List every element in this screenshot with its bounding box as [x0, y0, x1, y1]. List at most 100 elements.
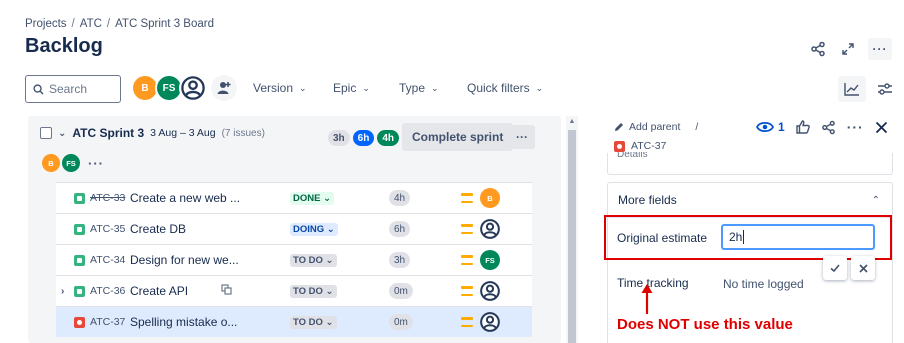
issue-key[interactable]: ATC-36 — [90, 285, 125, 297]
add-people-button[interactable] — [211, 75, 237, 101]
chevron-down-icon: ⌄ — [322, 316, 334, 328]
expand-icon[interactable] — [838, 39, 858, 59]
sprint-header[interactable]: ⌄ ATC Sprint 3 3 Aug – 3 Aug (7 issues) — [40, 126, 265, 140]
more-icon[interactable]: ··· — [847, 119, 864, 135]
issue-row[interactable]: ATC-34 Design for new we... TO DO ⌄ 3h F… — [56, 244, 532, 275]
quick-filters[interactable]: Quick filters ⌄ — [467, 81, 543, 95]
watch-button[interactable]: 1 — [756, 120, 785, 134]
add-parent-button[interactable]: Add parent / — [614, 121, 698, 133]
issue-row-selected[interactable]: ATC-37 Spelling mistake o... TO DO ⌄ 0m — [56, 306, 532, 337]
sprint-checkbox[interactable] — [40, 127, 52, 139]
person-icon — [480, 219, 500, 239]
view-settings-button[interactable] — [871, 76, 899, 102]
status-dropdown[interactable]: TO DO ⌄ — [290, 284, 337, 298]
epic-filter-label: Epic — [333, 81, 357, 95]
breadcrumb: Projects / ATC / ATC Sprint 3 Board — [25, 18, 214, 30]
insights-button[interactable] — [838, 76, 866, 102]
type-filter[interactable]: Type ⌄ — [399, 81, 439, 95]
more-fields-toggle[interactable]: More fields ⌃ — [607, 182, 893, 218]
priority-medium-icon — [461, 317, 473, 327]
close-icon — [858, 263, 868, 273]
issue-summary: Create DB — [130, 222, 187, 236]
issue-row[interactable]: › ATC-36 Create API TO DO ⌄ 0m — [56, 275, 532, 306]
chevron-down-icon: ⌄ — [431, 82, 439, 93]
scrollbar-thumb[interactable] — [568, 130, 576, 343]
assignee-avatar[interactable]: B — [480, 188, 500, 208]
confirm-button[interactable] — [823, 256, 847, 280]
breadcrumb-separator: / — [106, 18, 111, 30]
status-label: TO DO — [293, 316, 323, 328]
sprint-issue-count: (7 issues) — [221, 127, 265, 139]
chevron-down-icon[interactable]: ⌄ — [58, 128, 66, 139]
story-icon — [74, 223, 85, 235]
avatar-fs[interactable]: FS — [62, 154, 80, 172]
complete-sprint-button[interactable]: Complete sprint — [402, 123, 514, 151]
epic-filter[interactable]: Epic ⌄ — [333, 81, 370, 95]
status-dropdown[interactable]: DOING ⌄ — [290, 222, 338, 236]
type-filter-label: Type — [399, 81, 426, 95]
chevron-down-icon: ⌄ — [322, 254, 334, 266]
more-fields-label: More fields — [618, 193, 677, 207]
status-label: TO DO — [293, 254, 323, 266]
search-icon — [33, 83, 44, 95]
chart-icon — [844, 83, 859, 96]
unassigned-avatar[interactable] — [480, 219, 500, 239]
breadcrumb-projects[interactable]: Projects — [25, 18, 67, 30]
estimate-todo: 3h — [328, 130, 350, 146]
unassigned-avatar[interactable] — [480, 312, 500, 332]
issue-row[interactable]: ATC-33 Create a new web ... DONE ⌄ 4h B — [56, 182, 532, 213]
priority-medium-icon — [461, 224, 473, 234]
estimate-badge: 3h — [389, 252, 411, 268]
time-tracking-value[interactable]: No time logged — [723, 277, 804, 291]
status-label: DONE — [293, 192, 321, 204]
person-icon — [181, 76, 205, 100]
close-icon[interactable] — [875, 121, 888, 134]
cancel-button[interactable] — [851, 256, 875, 280]
chevron-up-icon: ⌃ — [871, 194, 880, 206]
check-icon — [830, 264, 840, 273]
annotation-text: Does NOT use this value — [617, 316, 793, 333]
sprint-assignees: B FS ··· — [42, 154, 104, 172]
eye-icon — [756, 121, 774, 133]
search-input[interactable]: Search — [25, 75, 121, 103]
details-section-partial — [607, 153, 893, 175]
watch-count: 1 — [778, 120, 785, 134]
share-icon[interactable] — [821, 120, 836, 135]
chevron-down-icon: ⌄ — [535, 82, 544, 93]
status-dropdown[interactable]: TO DO ⌄ — [290, 315, 337, 329]
detail-issue-key[interactable]: ATC-37 — [614, 140, 666, 152]
unassigned-avatar[interactable] — [480, 281, 500, 301]
chevron-right-icon[interactable]: › — [61, 286, 64, 297]
share-icon[interactable] — [808, 39, 828, 59]
version-filter[interactable]: Version ⌄ — [253, 81, 307, 95]
issue-key[interactable]: ATC-33 — [90, 192, 125, 204]
page-more-button[interactable]: ··· — [868, 38, 892, 60]
issue-key[interactable]: ATC-35 — [90, 223, 125, 235]
sprint-dates: 3 Aug – 3 Aug — [150, 127, 216, 139]
more-assignees-button[interactable]: ··· — [88, 156, 104, 171]
assignee-avatar[interactable]: FS — [480, 250, 500, 270]
status-dropdown[interactable]: DONE ⌄ — [290, 191, 335, 205]
chevron-down-icon: ⌄ — [362, 82, 370, 93]
sprint-more-button[interactable]: ··· — [509, 125, 535, 149]
issue-key[interactable]: ATC-34 — [90, 254, 125, 266]
chevron-down-icon: ⌄ — [320, 192, 332, 204]
status-label: DOING — [293, 223, 325, 235]
story-icon — [74, 254, 85, 266]
pencil-icon — [615, 123, 623, 131]
avatar-b[interactable]: B — [42, 154, 60, 172]
estimate-in-progress: 6h — [352, 130, 375, 146]
breadcrumb-atc[interactable]: ATC — [80, 18, 102, 30]
issue-row[interactable]: ATC-35 Create DB DOING ⌄ 6h — [56, 213, 532, 244]
breadcrumb-board[interactable]: ATC Sprint 3 Board — [115, 18, 214, 30]
status-dropdown[interactable]: TO DO ⌄ — [290, 253, 337, 267]
issue-key[interactable]: ATC-37 — [90, 316, 125, 328]
bug-icon — [614, 140, 625, 152]
estimate-done: 4h — [377, 130, 400, 146]
scroll-up-icon[interactable]: ▲ — [566, 118, 578, 125]
unassigned-avatar[interactable] — [179, 74, 207, 102]
like-icon[interactable] — [795, 120, 810, 134]
estimate-badge: 6h — [389, 221, 411, 237]
sprint-estimates: 3h 6h 4h — [328, 130, 400, 146]
person-icon — [480, 281, 500, 301]
